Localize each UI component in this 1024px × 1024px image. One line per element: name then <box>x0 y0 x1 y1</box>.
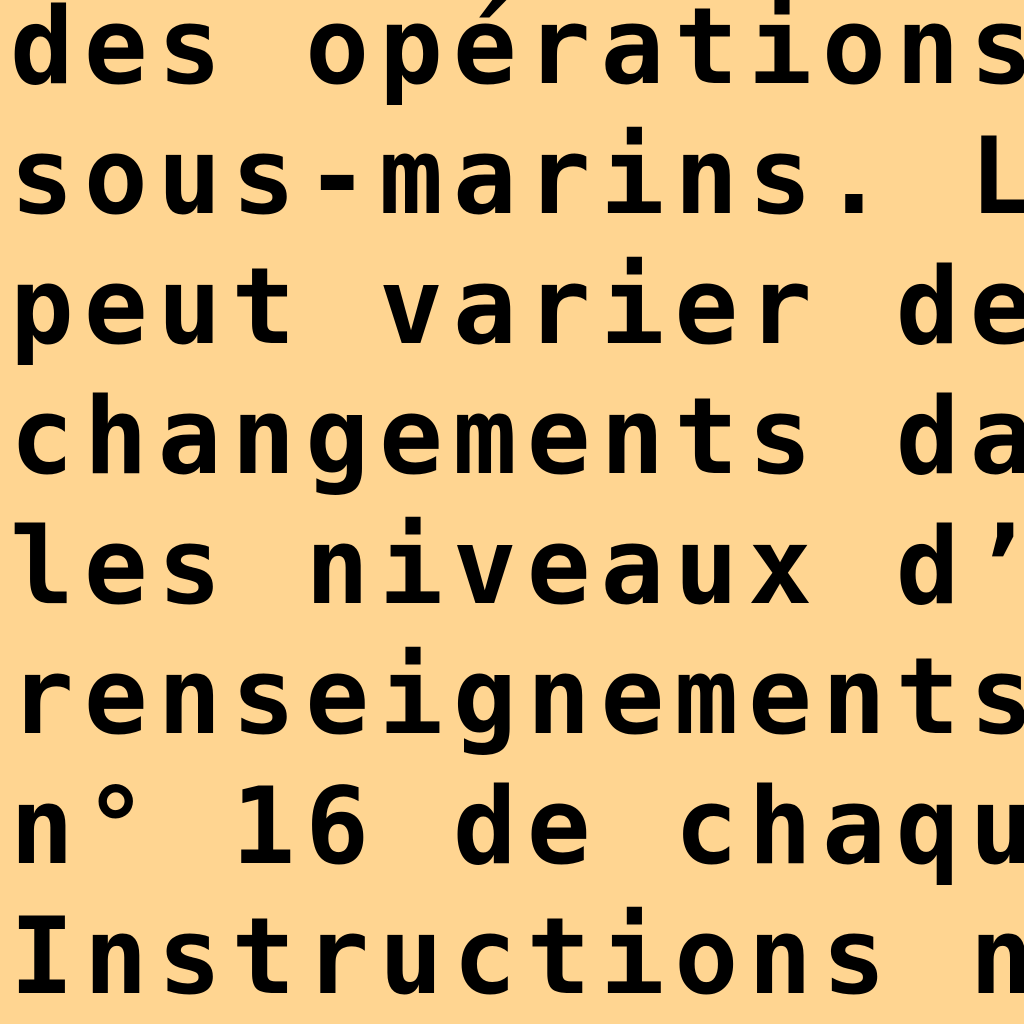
text-line-6: renseignements, <box>10 635 1024 758</box>
text-line-5: les niveaux d’ea <box>10 505 1024 628</box>
text-line-4: changements da <box>10 375 1024 498</box>
text-line-2: sous-marins. La <box>10 115 1024 238</box>
text-line-3: peut varier de sa <box>10 245 1024 368</box>
text-line-1: des opérations <box>10 0 1024 108</box>
document-page: des opérations sous-marins. La peut vari… <box>0 0 1024 1024</box>
text-line-8: Instructions naut <box>10 895 1024 1018</box>
text-line-7: n° 16 de chaque <box>10 765 1024 888</box>
